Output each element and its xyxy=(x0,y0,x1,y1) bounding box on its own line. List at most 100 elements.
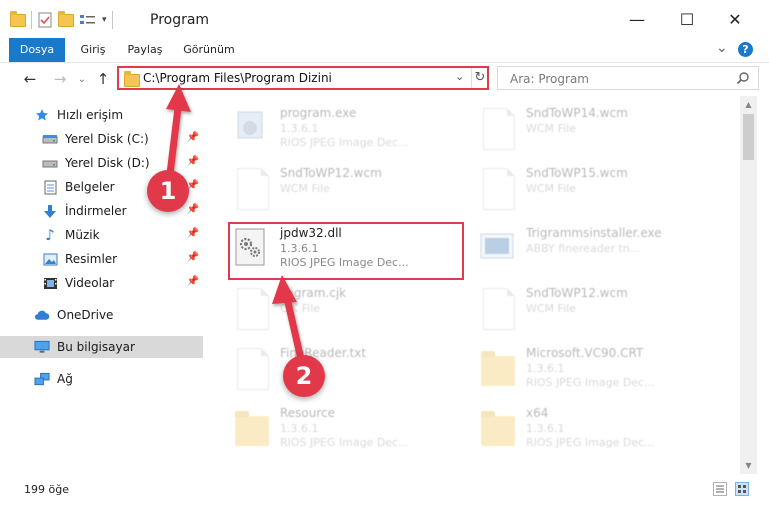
file-version: 1.3.6.1 xyxy=(526,422,565,435)
file-name: Trigrammsinstaller.exe xyxy=(526,226,662,240)
file-item[interactable]: Trigrammsinstaller.exe ABBY finereader t… xyxy=(478,222,718,276)
pin-icon[interactable]: 📌 xyxy=(187,228,199,239)
minimize-button[interactable]: — xyxy=(614,0,660,38)
file-type: CJK File xyxy=(280,302,321,315)
sidebar-item-label: Müzik xyxy=(65,228,100,242)
file-version: 1.3.6.1 xyxy=(526,362,565,375)
back-button[interactable]: ← xyxy=(20,68,40,90)
search-box[interactable] xyxy=(497,66,759,91)
large-icons-view-icon[interactable] xyxy=(735,482,749,496)
details-view-icon[interactable] xyxy=(713,482,727,496)
ribbon-collapse-icon[interactable]: ⌄ xyxy=(716,40,728,56)
sidebar-item-quick-access[interactable]: Hızlı erişim xyxy=(0,104,203,126)
sidebar-item-label: Yerel Disk (C:) xyxy=(65,132,149,146)
videos-icon xyxy=(42,275,58,291)
doc-icon xyxy=(232,346,272,392)
scroll-down-icon[interactable]: ▼ xyxy=(740,457,757,474)
computer-icon xyxy=(34,339,50,355)
ribbon-tabs: Dosya Giriş Paylaş Görünüm ⌄ ? xyxy=(0,38,769,63)
folder-icon[interactable] xyxy=(10,10,26,27)
file-type: ABBY finereader tn... xyxy=(526,242,641,255)
navigation-pane: Hızlı erişim Yerel Disk (C:) 📌 Yerel Dis… xyxy=(0,96,208,474)
close-button[interactable]: ✕ xyxy=(712,0,758,38)
doc-icon xyxy=(232,166,272,212)
qat-dropdown-icon[interactable]: ▾ xyxy=(102,15,107,25)
file-item[interactable]: Resource 1.3.6.1 RIOS JPEG Image Dec... xyxy=(232,402,472,456)
address-path[interactable]: C:\Program Files\Program Dizini xyxy=(143,71,332,85)
download-icon xyxy=(42,203,58,219)
file-item[interactable]: SndToWP14.wcm WCM File xyxy=(478,102,718,156)
navigation-bar: ← → ⌄ ↑ C:\Program Files\Program Dizini … xyxy=(0,62,769,96)
sidebar-item-local-disk-c[interactable]: Yerel Disk (C:) 📌 xyxy=(0,128,203,150)
file-item[interactable]: SndToWP15.wcm WCM File xyxy=(478,162,718,216)
sidebar-item-label: Bu bilgisayar xyxy=(57,340,135,354)
scrollbar-thumb[interactable] xyxy=(743,114,754,160)
sidebar-item-label: Videolar xyxy=(65,276,115,290)
file-item[interactable]: Microsoft.VC90.CRT 1.3.6.1 RIOS JPEG Ima… xyxy=(478,342,718,396)
pin-icon[interactable]: 📌 xyxy=(187,156,199,167)
vertical-scrollbar[interactable]: ▲ ▼ xyxy=(740,96,757,474)
scroll-up-icon[interactable]: ▲ xyxy=(740,96,757,113)
pictures-icon xyxy=(42,251,58,267)
file-type: WCM File xyxy=(526,182,576,195)
file-list-pane: program.exe 1.3.6.1 RIOS JPEG Image Dec.… xyxy=(208,96,740,474)
file-description: RIOS JPEG Image Dec... xyxy=(526,376,655,389)
music-icon: ♪ xyxy=(45,226,55,244)
new-folder-icon[interactable] xyxy=(58,10,74,27)
sidebar-item-label: Resimler xyxy=(65,252,118,266)
file-version: 1.3.6.1 xyxy=(280,122,319,135)
search-icon[interactable] xyxy=(736,71,750,85)
file-name: Resource xyxy=(280,406,336,420)
view-list-icon[interactable] xyxy=(79,13,97,27)
sidebar-item-label: Yerel Disk (D:) xyxy=(65,156,150,170)
file-item[interactable]: x64 1.3.6.1 RIOS JPEG Image Dec... xyxy=(478,402,718,456)
file-item[interactable]: SndToWP12.wcm WCM File xyxy=(232,162,472,216)
file-name: SndToWP14.wcm xyxy=(526,106,628,120)
search-input[interactable] xyxy=(498,67,742,91)
quick-access-toolbar: ▾ xyxy=(10,8,113,32)
file-name: SndToWP15.wcm xyxy=(526,166,628,180)
file-item[interactable]: Trigram.cjk CJK File xyxy=(232,282,472,336)
sidebar-item-label: OneDrive xyxy=(57,308,114,322)
forward-button[interactable]: → xyxy=(50,68,70,90)
file-item[interactable]: program.exe 1.3.6.1 RIOS JPEG Image Dec.… xyxy=(232,102,472,156)
tab-view[interactable]: Görünüm xyxy=(178,38,240,62)
sidebar-item-label: İndirmeler xyxy=(65,204,127,218)
address-bar[interactable]: C:\Program Files\Program Dizini ⌄ ↻ xyxy=(117,66,489,90)
step-1-badge: 1 xyxy=(147,170,189,212)
refresh-button[interactable]: ↻ xyxy=(471,68,488,88)
properties-icon[interactable] xyxy=(37,12,53,28)
file-type: WCM File xyxy=(280,182,330,195)
installer-icon xyxy=(478,226,518,272)
file-item[interactable]: FineReader.txt xyxy=(232,342,472,396)
tab-home[interactable]: Giriş xyxy=(70,38,116,62)
folder-icon xyxy=(478,406,518,452)
exe-icon xyxy=(232,106,272,152)
file-item[interactable]: SndToWP12.wcm WCM File xyxy=(478,282,718,336)
file-name: SndToWP12.wcm xyxy=(280,166,382,180)
pin-icon[interactable]: 📌 xyxy=(187,252,199,263)
up-button[interactable]: ↑ xyxy=(93,68,113,90)
sidebar-item-music[interactable]: ♪ Müzik 📌 xyxy=(0,224,203,246)
pin-icon[interactable]: 📌 xyxy=(187,276,199,287)
recent-locations-icon[interactable]: ⌄ xyxy=(72,68,92,90)
sidebar-item-pictures[interactable]: Resimler 📌 xyxy=(0,248,203,270)
sidebar-item-onedrive[interactable]: OneDrive xyxy=(0,304,203,326)
cloud-icon xyxy=(34,307,50,323)
toolbar-separator xyxy=(31,11,32,29)
pin-icon[interactable]: 📌 xyxy=(187,204,199,215)
sidebar-item-label: Ağ xyxy=(57,372,73,386)
address-dropdown-icon[interactable]: ⌄ xyxy=(455,70,464,83)
help-icon[interactable]: ? xyxy=(738,42,753,57)
window-title: Program xyxy=(150,12,210,28)
sidebar-item-network[interactable]: Ağ xyxy=(0,368,203,390)
sidebar-item-videos[interactable]: Videolar 📌 xyxy=(0,272,203,294)
sidebar-item-this-pc[interactable]: Bu bilgisayar xyxy=(0,336,203,358)
file-name: SndToWP12.wcm xyxy=(526,286,628,300)
tab-file[interactable]: Dosya xyxy=(9,38,65,62)
tab-share[interactable]: Paylaş xyxy=(120,38,170,62)
item-count: 199 öğe xyxy=(24,483,69,496)
doc-icon xyxy=(478,106,518,152)
maximize-button[interactable]: ☐ xyxy=(664,0,710,38)
pin-icon[interactable]: 📌 xyxy=(187,132,199,143)
